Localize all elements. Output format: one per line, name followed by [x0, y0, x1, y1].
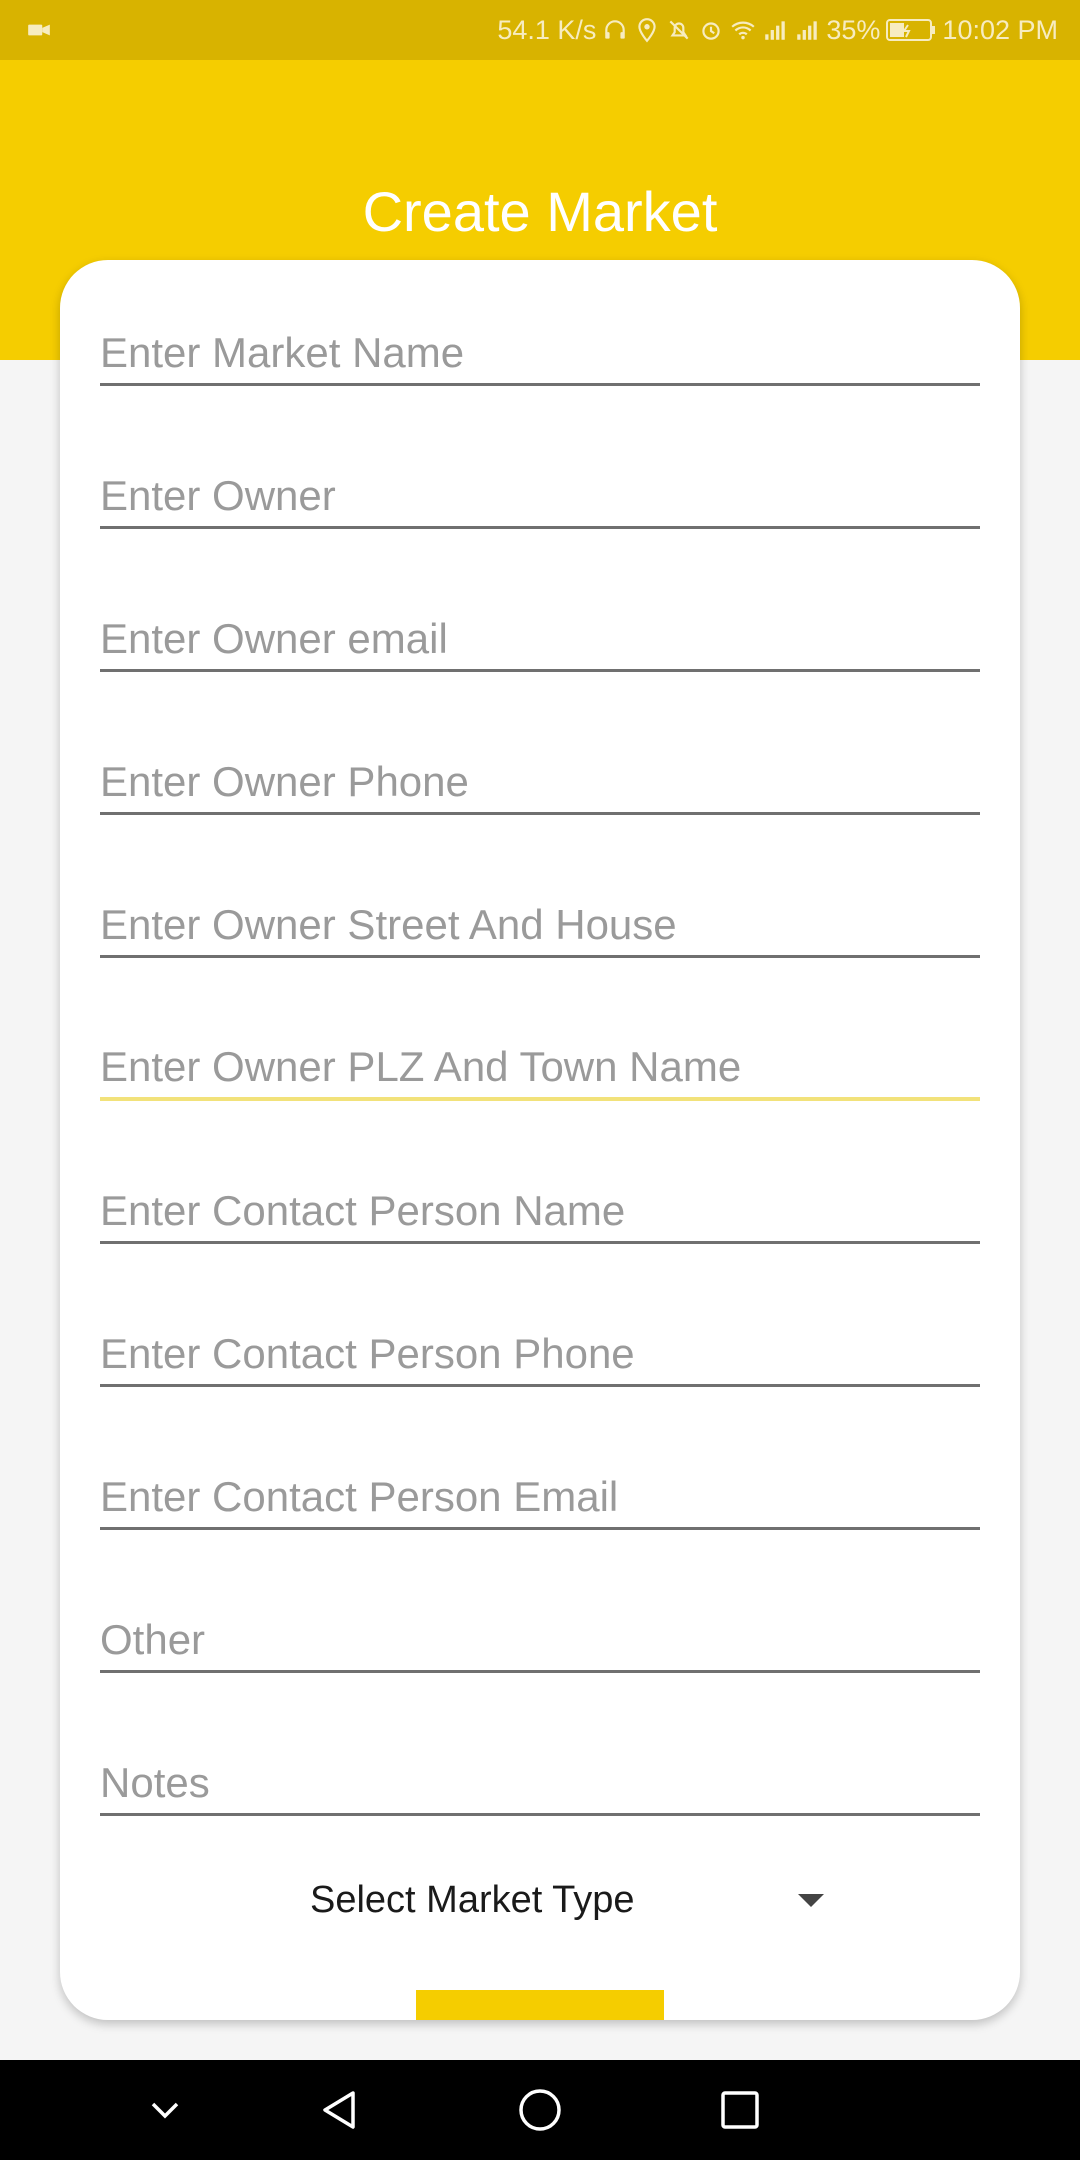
owner-phone-input[interactable] [100, 745, 980, 812]
market-name-field[interactable] [100, 316, 980, 386]
owner-street-input[interactable] [100, 888, 980, 955]
owner-phone-field[interactable] [100, 745, 980, 815]
mute-icon [666, 17, 692, 43]
wifi-icon [730, 17, 756, 43]
contact-person-email-input[interactable] [100, 1460, 980, 1527]
notes-field[interactable] [100, 1746, 980, 1816]
market-type-selected: Select Market Type [310, 1878, 635, 1921]
recents-button[interactable] [710, 2080, 770, 2140]
page-title: Create Market [362, 180, 718, 243]
owner-email-field[interactable] [100, 602, 980, 672]
alarm-icon [698, 17, 724, 43]
contact-person-phone-field[interactable] [100, 1317, 980, 1387]
owner-plz-town-field[interactable] [100, 1031, 980, 1101]
home-button[interactable] [510, 2080, 570, 2140]
other-field[interactable] [100, 1603, 980, 1673]
back-icon [323, 2091, 355, 2129]
owner-plz-town-input[interactable] [100, 1031, 980, 1097]
location-icon [634, 17, 660, 43]
chevron-down-icon [151, 2102, 179, 2119]
owner-street-field[interactable] [100, 888, 980, 958]
owner-email-input[interactable] [100, 602, 980, 669]
back-button[interactable] [310, 2080, 370, 2140]
owner-field[interactable] [100, 459, 980, 529]
contact-person-phone-input[interactable] [100, 1317, 980, 1384]
home-icon [519, 2089, 561, 2131]
market-name-input[interactable] [100, 316, 980, 383]
recents-icon [721, 2091, 759, 2129]
signal-icon [794, 17, 820, 43]
network-speed: 54.1 K/s [497, 14, 597, 45]
video-icon [26, 17, 52, 43]
market-type-dropdown[interactable]: Select Market Type [310, 1860, 830, 1940]
notes-input[interactable] [100, 1746, 980, 1813]
status-bar: 54.1 K/s 35% 10:02 PM [0, 0, 1080, 60]
dropdown-arrow-icon [798, 1893, 824, 1907]
contact-person-name-input[interactable] [100, 1174, 980, 1241]
battery-percent: 35% [826, 14, 881, 45]
contact-person-email-field[interactable] [100, 1460, 980, 1530]
other-input[interactable] [100, 1603, 980, 1670]
clock: 10:02 PM [942, 14, 1058, 45]
navigation-bar [0, 2060, 1080, 2160]
hide-keyboard-button[interactable] [135, 2080, 195, 2140]
create-market-button[interactable] [416, 1990, 664, 2020]
owner-input[interactable] [100, 459, 980, 526]
contact-person-name-field[interactable] [100, 1174, 980, 1244]
battery-icon [886, 17, 936, 43]
headphones-icon [602, 17, 628, 43]
signal-icon [762, 17, 788, 43]
form-card: Select Market Type [60, 260, 1020, 2020]
